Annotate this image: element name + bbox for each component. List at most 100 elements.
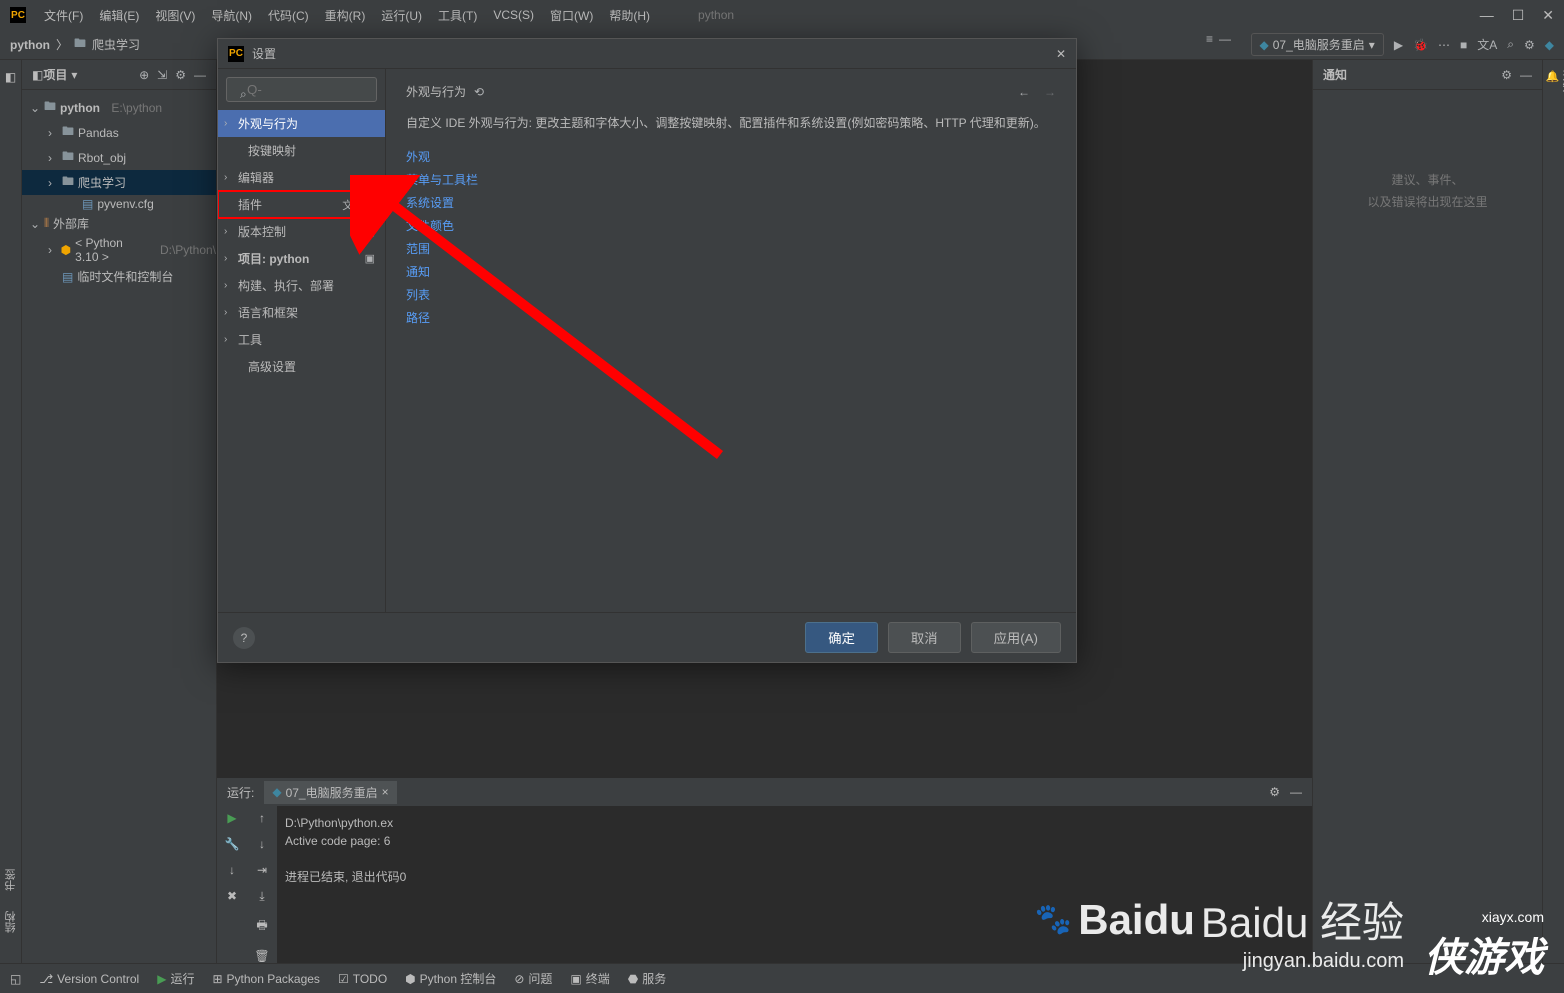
- settings-search-input[interactable]: [226, 77, 377, 102]
- settings-icon[interactable]: ⚙: [1501, 68, 1512, 82]
- settings-heading: 外观与行为: [406, 83, 466, 100]
- close-button[interactable]: ✕: [1542, 7, 1554, 24]
- chevron-down-icon: ▾: [1369, 38, 1375, 52]
- status-packages[interactable]: ⊞Python Packages: [212, 972, 319, 986]
- menu-file[interactable]: 文件(F): [36, 7, 91, 24]
- more-run-icon[interactable]: ⋯: [1438, 38, 1450, 52]
- settings-item-languages[interactable]: ›语言和框架: [218, 299, 385, 326]
- up-icon[interactable]: ↑: [259, 811, 265, 825]
- status-problems[interactable]: ⊘问题: [514, 970, 552, 987]
- status-vcs[interactable]: ⎇Version Control: [39, 972, 139, 986]
- tree-folder-crawler[interactable]: ›🖿爬虫学习: [22, 170, 216, 195]
- menu-vcs[interactable]: VCS(S): [485, 8, 542, 22]
- tree-python-interpreter[interactable]: ›⬢< Python 3.10 > D:\Python\: [22, 234, 216, 266]
- settings-link-appearance[interactable]: 外观: [406, 145, 1056, 168]
- settings-icon[interactable]: ⚙: [1524, 38, 1535, 52]
- dialog-close-button[interactable]: ✕: [1056, 47, 1066, 61]
- settings-link-scopes[interactable]: 范围: [406, 237, 1056, 260]
- maximize-button[interactable]: ☐: [1512, 7, 1525, 24]
- menu-window[interactable]: 窗口(W): [542, 7, 601, 24]
- status-console[interactable]: ⬢Python 控制台: [405, 970, 496, 987]
- settings-item-appearance[interactable]: ›外观与行为: [218, 110, 385, 137]
- bookmarks-tab[interactable]: 书签: [3, 869, 19, 891]
- breadcrumb-item[interactable]: 爬虫学习: [92, 36, 140, 53]
- status-run[interactable]: ▶运行: [157, 970, 194, 987]
- settings-link-path[interactable]: 路径: [406, 306, 1056, 329]
- tree-folder-pandas[interactable]: ›🖿Pandas: [22, 120, 216, 145]
- status-services[interactable]: ⬣服务: [628, 970, 667, 987]
- help-button[interactable]: ?: [233, 627, 255, 649]
- tree-folder-rbot[interactable]: ›🖿Rbot_obj: [22, 145, 216, 170]
- project-panel: ◧ 项目 ▾ ⊕ ⇲ ⚙ — ⌄🖿 python E:\python ›🖿Pan…: [22, 60, 217, 963]
- project-tab-icon[interactable]: ◧: [5, 70, 16, 84]
- wrap-icon[interactable]: ⇥: [257, 863, 267, 877]
- tree-file-pyvenv[interactable]: ▤pyvenv.cfg: [22, 195, 216, 213]
- run-button[interactable]: ▶: [1394, 38, 1403, 52]
- settings-link-filecolors[interactable]: 文件颜色: [406, 214, 1056, 237]
- wrench-icon[interactable]: 🔧: [225, 837, 240, 851]
- menu-code[interactable]: 代码(C): [260, 7, 317, 24]
- tab-minimize-icon[interactable]: —: [1219, 32, 1231, 46]
- rerun-button[interactable]: ▶: [227, 811, 236, 825]
- breadcrumb[interactable]: python 〉 🖿 爬虫学习: [10, 34, 140, 55]
- tree-external-libs[interactable]: ⌄⫴外部库: [22, 213, 216, 234]
- collapse-icon[interactable]: ⚙: [175, 68, 186, 82]
- menu-navigate[interactable]: 导航(N): [203, 7, 260, 24]
- locate-icon[interactable]: ⊕: [139, 68, 149, 82]
- chevron-down-icon[interactable]: ▾: [71, 68, 77, 82]
- cancel-button[interactable]: 取消: [888, 622, 961, 653]
- structure-tab[interactable]: 结构: [3, 911, 19, 933]
- settings-link-system[interactable]: 系统设置: [406, 191, 1056, 214]
- debug-button[interactable]: 🐞: [1413, 38, 1428, 52]
- stop-button[interactable]: ■: [1460, 38, 1467, 52]
- search-icon[interactable]: ⌕: [1507, 37, 1514, 52]
- settings-item-advanced[interactable]: 高级设置: [218, 353, 385, 380]
- menu-run[interactable]: 运行(U): [373, 7, 430, 24]
- tab-list-icon[interactable]: ≡: [1206, 32, 1213, 46]
- scroll-icon[interactable]: ⤓: [259, 889, 264, 904]
- apply-button[interactable]: 应用(A): [971, 622, 1061, 653]
- settings-link-notifications[interactable]: 通知: [406, 260, 1056, 283]
- settings-item-plugins[interactable]: 插件 文A▣: [218, 191, 385, 218]
- settings-item-project[interactable]: ›项目: python▣: [218, 245, 385, 272]
- settings-link-list[interactable]: 列表: [406, 283, 1056, 306]
- run-output[interactable]: D:\Python\python.ex Active code page: 6 …: [277, 806, 1312, 963]
- settings-item-editor[interactable]: ›编辑器: [218, 164, 385, 191]
- settings-item-build[interactable]: ›构建、执行、部署: [218, 272, 385, 299]
- stop-icon[interactable]: ↓: [229, 863, 235, 877]
- bell-icon: 🔔: [1546, 70, 1558, 83]
- settings-item-vcs[interactable]: ›版本控制▣: [218, 218, 385, 245]
- breadcrumb-root[interactable]: python: [10, 38, 50, 52]
- sync-icon[interactable]: ◆: [1545, 38, 1554, 52]
- locate-icon[interactable]: 文A: [1477, 36, 1497, 53]
- menu-refactor[interactable]: 重构(R): [317, 7, 374, 24]
- ok-button[interactable]: 确定: [805, 622, 878, 653]
- menu-view[interactable]: 视图(V): [147, 7, 203, 24]
- hide-icon[interactable]: —: [194, 68, 206, 82]
- settings-item-tools[interactable]: ›工具: [218, 326, 385, 353]
- forward-button[interactable]: →: [1044, 85, 1056, 99]
- exit-icon[interactable]: ✖: [227, 889, 237, 903]
- minimize-button[interactable]: —: [1480, 7, 1494, 24]
- hide-icon[interactable]: —: [1520, 68, 1532, 82]
- menu-edit[interactable]: 编辑(E): [91, 7, 147, 24]
- tree-root[interactable]: ⌄🖿 python E:\python: [22, 95, 216, 120]
- settings-item-keymap[interactable]: 按键映射: [218, 137, 385, 164]
- reset-icon[interactable]: ⟲: [474, 85, 484, 99]
- notifications-tab[interactable]: 🔔 通知: [1543, 60, 1564, 102]
- tree-scratches[interactable]: ▤临时文件和控制台: [22, 266, 216, 287]
- down-icon[interactable]: ↓: [259, 837, 265, 851]
- print-icon[interactable]: 🖶: [256, 916, 267, 937]
- statusbar: ◱ ⎇Version Control ▶运行 ⊞Python Packages …: [0, 963, 1564, 993]
- back-button[interactable]: ←: [1018, 85, 1030, 99]
- menu-help[interactable]: 帮助(H): [601, 7, 658, 24]
- tool-window-icon[interactable]: ◱: [10, 972, 21, 986]
- settings-link-menus[interactable]: 菜单与工具栏: [406, 168, 1056, 191]
- status-todo[interactable]: ☑TODO: [338, 972, 387, 986]
- box-icon: ▣: [365, 225, 375, 238]
- menu-tools[interactable]: 工具(T): [430, 7, 485, 24]
- trash-icon[interactable]: 🗑: [254, 949, 269, 963]
- run-config-selector[interactable]: ◆ 07_电脑服务重启 ▾: [1251, 33, 1384, 56]
- expand-icon[interactable]: ⇲: [157, 68, 167, 82]
- status-terminal[interactable]: ▣终端: [570, 970, 609, 987]
